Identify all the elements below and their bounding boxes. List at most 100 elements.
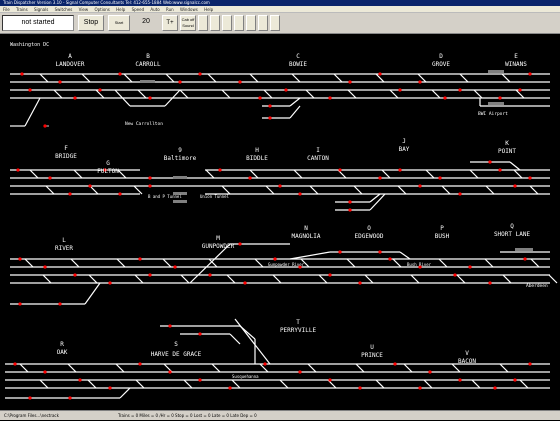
tool-button[interactable] bbox=[210, 15, 220, 31]
signal-icon[interactable] bbox=[486, 160, 492, 164]
signal-icon[interactable] bbox=[426, 370, 432, 374]
signal-icon[interactable] bbox=[166, 324, 172, 328]
signal-icon[interactable] bbox=[496, 96, 502, 100]
signal-icon[interactable] bbox=[43, 265, 49, 269]
signal-icon[interactable] bbox=[326, 273, 332, 277]
menu-item[interactable]: Trains bbox=[16, 7, 28, 12]
signal-icon[interactable] bbox=[436, 176, 442, 180]
signal-icon[interactable] bbox=[26, 88, 32, 92]
signal-icon[interactable] bbox=[116, 72, 122, 76]
start-button[interactable]: Start bbox=[108, 15, 130, 31]
signal-icon[interactable] bbox=[226, 386, 232, 390]
menu-item[interactable]: Speed bbox=[132, 7, 145, 12]
signal-icon[interactable] bbox=[456, 192, 462, 196]
signal-icon[interactable] bbox=[76, 378, 82, 382]
signal-icon[interactable] bbox=[14, 168, 20, 172]
signal-icon[interactable] bbox=[416, 386, 422, 390]
signal-icon[interactable] bbox=[196, 72, 202, 76]
signal-icon[interactable] bbox=[106, 281, 112, 285]
signal-icon[interactable] bbox=[196, 332, 202, 336]
signal-icon[interactable] bbox=[13, 362, 19, 366]
signal-icon[interactable] bbox=[136, 362, 142, 366]
signal-icon[interactable] bbox=[146, 184, 152, 188]
signal-icon[interactable] bbox=[43, 370, 49, 374]
tool-button[interactable] bbox=[246, 15, 256, 31]
signal-icon[interactable] bbox=[66, 396, 72, 400]
signal-icon[interactable] bbox=[486, 281, 492, 285]
signal-icon[interactable] bbox=[56, 302, 62, 306]
signal-icon[interactable] bbox=[146, 273, 152, 277]
menu-item[interactable]: Help bbox=[204, 7, 213, 12]
signal-icon[interactable] bbox=[66, 192, 72, 196]
track-diagram[interactable]: Washington DC A LANDOVER B CARROLL C BOW… bbox=[0, 34, 560, 410]
signal-icon[interactable] bbox=[346, 200, 352, 204]
signal-icon[interactable] bbox=[376, 250, 382, 254]
signal-icon[interactable] bbox=[526, 176, 532, 180]
signal-icon[interactable] bbox=[326, 96, 332, 100]
tool-button[interactable] bbox=[258, 15, 268, 31]
signal-icon[interactable] bbox=[16, 302, 22, 306]
signal-icon[interactable] bbox=[166, 370, 172, 374]
menu-item[interactable]: Windows bbox=[180, 7, 198, 12]
signal-icon[interactable] bbox=[496, 168, 502, 172]
signal-icon[interactable] bbox=[176, 80, 182, 84]
signal-icon[interactable] bbox=[416, 80, 422, 84]
tool-button[interactable] bbox=[270, 15, 280, 31]
signal-icon[interactable] bbox=[336, 250, 342, 254]
signal-icon[interactable] bbox=[493, 386, 499, 390]
signal-icon[interactable] bbox=[43, 124, 49, 128]
signal-icon[interactable] bbox=[346, 80, 352, 84]
time-button[interactable]: T+ bbox=[162, 15, 178, 31]
signal-icon[interactable] bbox=[173, 265, 179, 269]
signal-icon[interactable] bbox=[513, 184, 519, 188]
menu-item[interactable]: Help bbox=[116, 7, 125, 12]
signal-icon[interactable] bbox=[376, 176, 382, 180]
menu-item[interactable]: Signals bbox=[34, 7, 48, 12]
menu-item[interactable]: Run bbox=[166, 7, 174, 12]
signal-icon[interactable] bbox=[513, 378, 519, 382]
tool-button[interactable] bbox=[222, 15, 232, 31]
signal-icon[interactable] bbox=[236, 80, 242, 84]
signal-icon[interactable] bbox=[73, 96, 79, 100]
signal-icon[interactable] bbox=[526, 72, 532, 76]
tool-button[interactable] bbox=[234, 15, 244, 31]
signal-icon[interactable] bbox=[523, 257, 529, 261]
signal-icon[interactable] bbox=[276, 184, 282, 188]
menu-item[interactable]: View bbox=[79, 7, 89, 12]
signal-icon[interactable] bbox=[46, 176, 52, 180]
signal-icon[interactable] bbox=[416, 184, 422, 188]
signal-icon[interactable] bbox=[263, 362, 269, 366]
signal-icon[interactable] bbox=[456, 88, 462, 92]
signal-icon[interactable] bbox=[86, 184, 92, 188]
signal-icon[interactable] bbox=[26, 396, 32, 400]
signal-icon[interactable] bbox=[56, 80, 62, 84]
signal-icon[interactable] bbox=[243, 281, 249, 285]
signal-icon[interactable] bbox=[526, 362, 532, 366]
signal-icon[interactable] bbox=[266, 116, 272, 120]
signal-icon[interactable] bbox=[136, 257, 142, 261]
signal-icon[interactable] bbox=[246, 176, 252, 180]
signal-icon[interactable] bbox=[16, 257, 22, 261]
signal-icon[interactable] bbox=[73, 273, 79, 277]
signal-icon[interactable] bbox=[266, 104, 272, 108]
signal-icon[interactable] bbox=[296, 192, 302, 196]
signal-icon[interactable] bbox=[356, 386, 362, 390]
menu-item[interactable]: Auto bbox=[150, 7, 159, 12]
signal-icon[interactable] bbox=[18, 72, 24, 76]
signal-icon[interactable] bbox=[296, 370, 302, 374]
signal-icon[interactable] bbox=[456, 378, 462, 382]
signal-icon[interactable] bbox=[282, 88, 288, 92]
menu-item[interactable]: Options bbox=[94, 7, 109, 12]
cab-sound-button[interactable]: Cab off Sound bbox=[180, 15, 196, 31]
signal-icon[interactable] bbox=[256, 96, 262, 100]
signal-icon[interactable] bbox=[196, 378, 202, 382]
menu-item[interactable]: Switches bbox=[55, 7, 73, 12]
signal-icon[interactable] bbox=[346, 208, 352, 212]
signal-icon[interactable] bbox=[466, 265, 472, 269]
signal-icon[interactable] bbox=[206, 273, 212, 277]
signal-icon[interactable] bbox=[236, 242, 242, 246]
signal-icon[interactable] bbox=[396, 88, 402, 92]
signal-icon[interactable] bbox=[356, 281, 362, 285]
signal-icon[interactable] bbox=[116, 192, 122, 196]
signal-icon[interactable] bbox=[106, 386, 112, 390]
